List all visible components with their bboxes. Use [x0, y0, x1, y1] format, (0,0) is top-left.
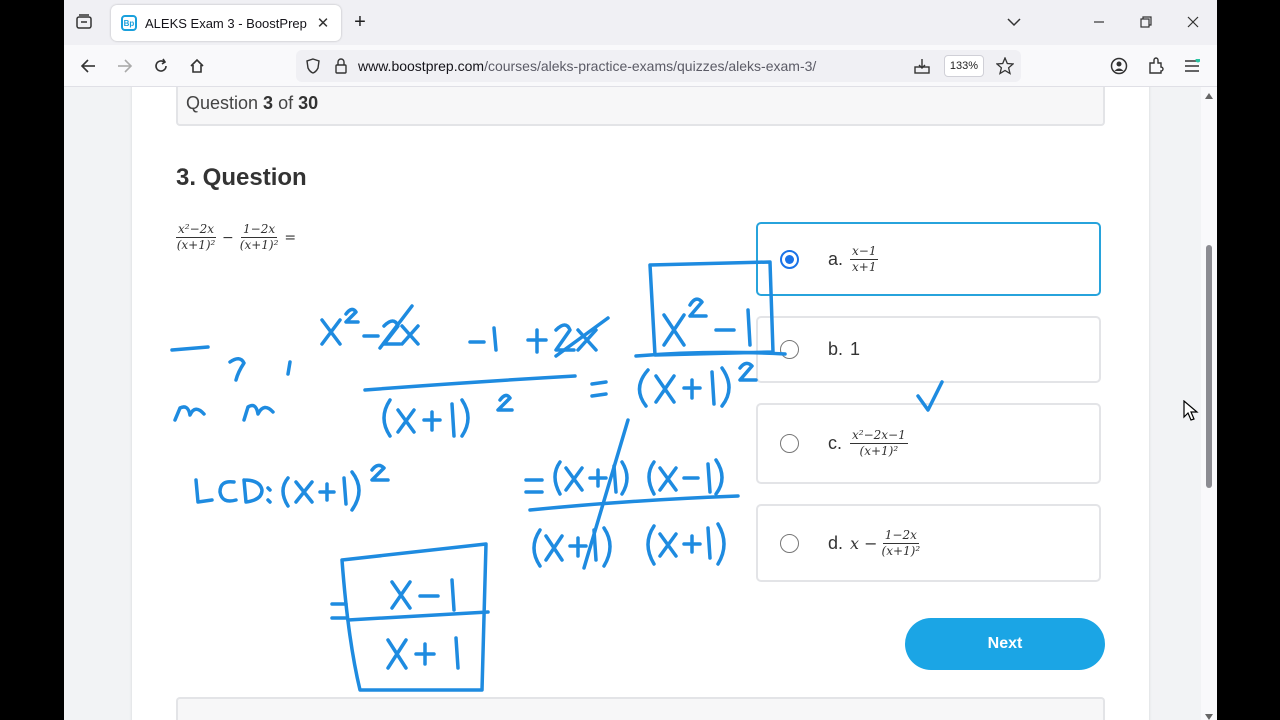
restore-icon[interactable] [1136, 12, 1156, 32]
boostprep-favicon-icon: Bp [121, 15, 137, 31]
answer-option-d[interactable]: d. x − 1−2x (x+1)² [756, 504, 1101, 582]
tab-title: ALEKS Exam 3 - BoostPrep [145, 15, 307, 31]
save-to-pocket-icon[interactable] [913, 57, 931, 75]
scroll-up-arrow-icon[interactable] [1204, 87, 1214, 99]
close-window-icon[interactable] [1183, 12, 1203, 32]
answer-d-denominator: (x+1)² [881, 543, 921, 558]
account-icon[interactable] [1109, 56, 1129, 76]
total-questions: 30 [298, 93, 319, 113]
list-tabs-chevron-icon[interactable] [1004, 12, 1024, 32]
mouse-cursor-icon [1183, 400, 1199, 421]
shield-icon[interactable] [304, 57, 322, 75]
bookmark-star-icon[interactable] [996, 57, 1014, 75]
answer-d-numerator: 1−2x [882, 527, 919, 544]
url-path: /courses/aleks-practice-exams/quizzes/al… [484, 58, 817, 74]
term1-denominator: (x+1)² [176, 238, 216, 252]
menu-hamburger-icon[interactable] [1182, 56, 1202, 76]
expression-equals: = [284, 229, 297, 246]
expression-term-1: x²−2x (x+1)² [176, 222, 217, 253]
tab-active[interactable]: Bp ALEKS Exam 3 - BoostPrep ✕ [111, 5, 341, 41]
counter-mid: of [273, 93, 299, 113]
answer-a-denominator: x+1 [852, 259, 877, 274]
question-expression: x²−2x (x+1)² − 1−2x (x+1)² = [176, 222, 302, 253]
next-button[interactable]: Next [905, 618, 1105, 670]
back-arrow-icon[interactable] [78, 56, 98, 76]
scroll-thumb[interactable] [1206, 245, 1212, 488]
answer-math-a: x−1 x+1 [850, 243, 879, 275]
tab-strip: Bp ALEKS Exam 3 - BoostPrep ✕ + [64, 0, 1217, 45]
answer-letter-b: b. [828, 339, 844, 359]
quiz-card: Question 3 of 30 3. Question x²−2x (x+1)²… [132, 87, 1149, 720]
expression-operator: − [222, 229, 234, 246]
answer-math-d: x − 1−2x (x+1)² [850, 528, 920, 559]
answer-option-c[interactable]: c. x²−2x−1 (x+1)² [756, 403, 1101, 484]
scroll-down-arrow-icon[interactable] [1204, 708, 1214, 720]
tab-close-icon[interactable]: ✕ [313, 14, 333, 32]
question-title: 3. Question [176, 164, 307, 191]
radio-button-b[interactable] [780, 340, 799, 359]
answer-letter-a: a. [828, 248, 844, 269]
reload-icon[interactable] [151, 56, 171, 76]
zoom-level-button[interactable]: 133% [944, 55, 984, 77]
tab-overview-icon[interactable] [74, 12, 94, 32]
extensions-icon[interactable] [1146, 56, 1166, 76]
address-bar[interactable]: www.boostprep.com/courses/aleks-practice… [296, 50, 1021, 82]
answer-option-a[interactable]: a. x−1 x+1 [756, 222, 1101, 296]
answer-a-numerator: x−1 [850, 243, 879, 260]
url-domain: www.boostprep.com [358, 58, 485, 74]
forward-arrow-icon[interactable] [115, 56, 135, 76]
answer-c-numerator: x²−2x−1 [850, 428, 908, 444]
answer-letter-c: c. [828, 433, 843, 453]
navigation-toolbar: www.boostprep.com/courses/aleks-practice… [64, 45, 1217, 87]
current-question-number: 3 [263, 93, 274, 113]
browser-window: Bp ALEKS Exam 3 - BoostPrep ✕ + www.boos… [64, 0, 1217, 720]
answer-option-b[interactable]: b. 1 [756, 316, 1101, 383]
answer-letter-d: d. [828, 532, 844, 553]
answer-d-prefix: x − [850, 533, 878, 553]
term2-denominator: (x+1)² [239, 238, 279, 252]
page-scrollbar[interactable] [1201, 87, 1217, 720]
url-text[interactable]: www.boostprep.com/courses/aleks-practice… [358, 58, 816, 74]
minimize-icon[interactable] [1089, 12, 1109, 32]
question-nav-panel [176, 697, 1105, 720]
page-viewport: Question 3 of 30 3. Question x²−2x (x+1)²… [64, 87, 1201, 720]
home-icon[interactable] [187, 56, 207, 76]
lock-icon[interactable] [332, 57, 350, 75]
counter-prefix: Question [186, 93, 264, 113]
question-counter: Question 3 of 30 [176, 87, 1105, 126]
new-tab-icon[interactable]: + [350, 11, 370, 33]
term1-numerator: x²−2x [176, 222, 217, 238]
answer-c-denominator: (x+1)² [859, 444, 899, 458]
answer-text-b: 1 [850, 339, 861, 359]
term2-numerator: 1−2x [241, 222, 278, 238]
radio-button-d[interactable] [780, 533, 799, 553]
expression-term-2: 1−2x (x+1)² [240, 222, 279, 253]
radio-button-c[interactable] [780, 434, 799, 453]
radio-button-a[interactable] [780, 249, 799, 269]
answer-math-c: x²−2x−1 (x+1)² [850, 428, 908, 459]
